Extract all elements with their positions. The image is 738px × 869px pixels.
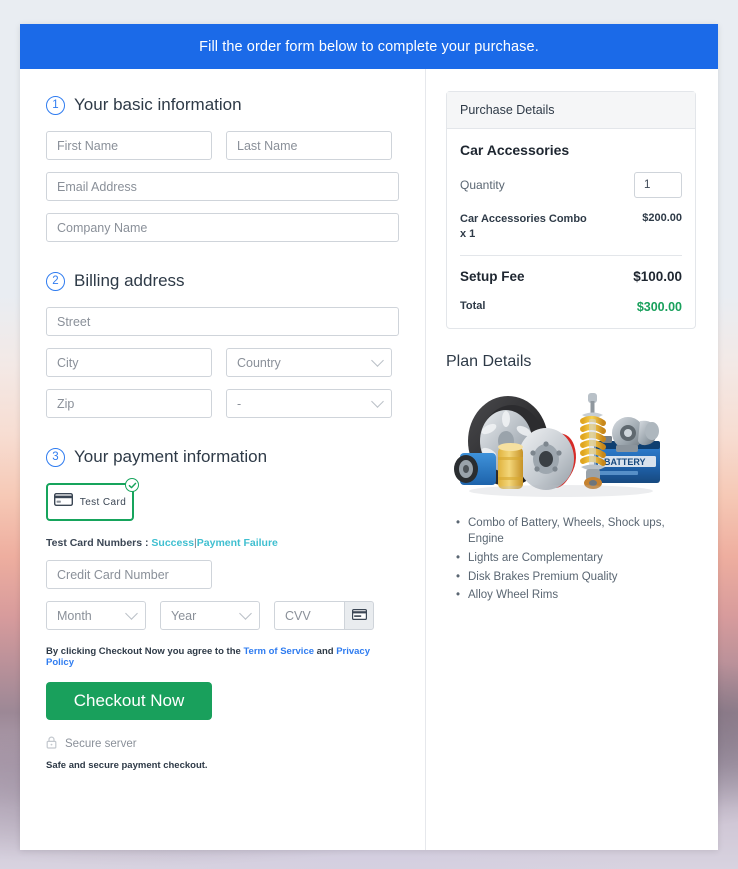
section-title-basic-information: Your basic information bbox=[74, 95, 242, 115]
chevron-down-icon bbox=[239, 607, 252, 620]
term-of-service-link[interactable]: Term of Service bbox=[243, 646, 314, 657]
section-header-billing-address: 2 Billing address bbox=[46, 271, 399, 291]
last-name-placeholder: Last Name bbox=[237, 139, 297, 153]
setup-fee-row: Setup Fee $100.00 bbox=[460, 269, 682, 284]
step-number-1: 1 bbox=[46, 96, 65, 115]
checkout-now-button[interactable]: Checkout Now bbox=[46, 682, 212, 720]
safe-checkout-note: Safe and secure payment checkout. bbox=[46, 760, 399, 771]
zip-input[interactable]: Zip bbox=[46, 389, 212, 418]
credit-card-number-input[interactable]: Credit Card Number bbox=[46, 560, 212, 589]
street-placeholder: Street bbox=[57, 315, 90, 329]
credit-card-number-placeholder: Credit Card Number bbox=[57, 568, 169, 582]
agreement-text: By clicking Checkout Now you agree to th… bbox=[46, 646, 399, 668]
setup-fee-amount: $100.00 bbox=[633, 269, 682, 284]
purchase-details-header: Purchase Details bbox=[447, 92, 695, 129]
line-item-description: Car Accessories Combo x 1 bbox=[460, 212, 595, 242]
product-name: Car Accessories bbox=[460, 142, 682, 158]
first-name-input[interactable]: First Name bbox=[46, 131, 212, 160]
quantity-value: 1 bbox=[644, 179, 650, 191]
country-select[interactable]: Country bbox=[226, 348, 392, 377]
expiry-month-selected-value: Month bbox=[57, 609, 92, 623]
list-item: Combo of Battery, Wheels, Shock ups, Eng… bbox=[468, 515, 696, 548]
first-name-placeholder: First Name bbox=[57, 139, 118, 153]
credit-card-icon bbox=[54, 493, 73, 511]
agreement-prefix: By clicking Checkout Now you agree to th… bbox=[46, 646, 241, 657]
total-amount: $300.00 bbox=[637, 300, 682, 314]
email-placeholder: Email Address bbox=[57, 180, 137, 194]
plan-details-title: Plan Details bbox=[446, 353, 696, 371]
country-selected-value: Country bbox=[237, 356, 281, 370]
last-name-input[interactable]: Last Name bbox=[226, 131, 392, 160]
test-card-numbers-note: Test Card Numbers : Success|Payment Fail… bbox=[46, 537, 399, 549]
company-name-placeholder: Company Name bbox=[57, 221, 147, 235]
quantity-label: Quantity bbox=[460, 178, 505, 192]
cvv-group: CVV bbox=[274, 601, 374, 630]
chevron-down-icon bbox=[371, 395, 384, 408]
purchase-details-panel: Purchase Details Car Accessories Quantit… bbox=[446, 91, 696, 329]
section-header-basic-information: 1 Your basic information bbox=[46, 95, 399, 115]
line-item-amount: $200.00 bbox=[642, 212, 682, 242]
payment-method-label: Test Card bbox=[80, 497, 126, 508]
list-item: Lights are Complementary bbox=[468, 550, 696, 567]
chevron-down-icon bbox=[125, 607, 138, 620]
plan-features-list: Combo of Battery, Wheels, Shock ups, Eng… bbox=[446, 515, 696, 604]
total-row: Total $300.00 bbox=[460, 300, 682, 314]
lock-icon bbox=[46, 736, 57, 752]
expiry-year-select[interactable]: Year bbox=[160, 601, 260, 630]
email-input[interactable]: Email Address bbox=[46, 172, 399, 201]
cvv-placeholder: CVV bbox=[285, 609, 311, 623]
street-row: Street bbox=[46, 307, 399, 336]
test-card-failure-link[interactable]: Payment Failure bbox=[197, 537, 278, 549]
chevron-down-icon bbox=[371, 354, 384, 367]
test-card-numbers-prefix: Test Card Numbers : bbox=[46, 537, 149, 549]
top-banner: Fill the order form below to complete yo… bbox=[20, 24, 718, 69]
agreement-conjunction: and bbox=[317, 646, 334, 657]
list-item: Disk Brakes Premium Quality bbox=[468, 569, 696, 586]
line-item-row: Car Accessories Combo x 1 $200.00 bbox=[460, 212, 682, 242]
cvv-help-button[interactable] bbox=[344, 601, 374, 630]
cvv-input[interactable]: CVV bbox=[274, 601, 344, 630]
card-expiry-cvv-row: Month Year CVV bbox=[46, 601, 399, 630]
city-country-row: City Country bbox=[46, 348, 399, 377]
secure-server-label: Secure server bbox=[65, 738, 137, 750]
credit-card-icon bbox=[352, 607, 367, 625]
section-title-billing-address: Billing address bbox=[74, 271, 185, 291]
city-input[interactable]: City bbox=[46, 348, 212, 377]
checkout-page-card: Fill the order form below to complete yo… bbox=[20, 24, 718, 850]
payment-method-test-card[interactable]: Test Card bbox=[46, 483, 134, 521]
divider bbox=[460, 255, 682, 256]
page-body: 1 Your basic information First Name Last… bbox=[20, 69, 718, 850]
test-card-success-link[interactable]: Success bbox=[151, 537, 194, 549]
card-number-row: Credit Card Number bbox=[46, 560, 399, 589]
step-number-3: 3 bbox=[46, 448, 65, 467]
list-item: Alloy Wheel Rims bbox=[468, 587, 696, 604]
city-placeholder: City bbox=[57, 356, 79, 370]
section-title-payment-information: Your payment information bbox=[74, 447, 267, 467]
expiry-year-selected-value: Year bbox=[171, 609, 196, 623]
zip-placeholder: Zip bbox=[57, 397, 74, 411]
quantity-input[interactable]: 1 bbox=[634, 172, 682, 198]
svg-text:BATTERY: BATTERY bbox=[604, 457, 646, 467]
purchase-details-body: Car Accessories Quantity 1 Car Accessori… bbox=[447, 129, 695, 328]
email-row: Email Address bbox=[46, 172, 399, 201]
summary-column: Purchase Details Car Accessories Quantit… bbox=[426, 69, 718, 850]
name-row: First Name Last Name bbox=[46, 131, 399, 160]
order-form-column: 1 Your basic information First Name Last… bbox=[20, 69, 426, 850]
setup-fee-label: Setup Fee bbox=[460, 269, 525, 284]
plan-product-image: BATTERY bbox=[446, 379, 696, 501]
total-label: Total bbox=[460, 300, 485, 314]
state-selected-value: - bbox=[237, 397, 241, 411]
secure-server-notice: Secure server bbox=[46, 736, 399, 752]
step-number-2: 2 bbox=[46, 272, 65, 291]
company-name-input[interactable]: Company Name bbox=[46, 213, 399, 242]
expiry-month-select[interactable]: Month bbox=[46, 601, 146, 630]
state-select[interactable]: - bbox=[226, 389, 392, 418]
zip-state-row: Zip - bbox=[46, 389, 399, 418]
company-row: Company Name bbox=[46, 213, 399, 242]
check-circle-icon bbox=[125, 478, 139, 492]
quantity-row: Quantity 1 bbox=[460, 172, 682, 198]
section-header-payment-information: 3 Your payment information bbox=[46, 447, 399, 467]
street-input[interactable]: Street bbox=[46, 307, 399, 336]
banner-text: Fill the order form below to complete yo… bbox=[199, 39, 539, 55]
